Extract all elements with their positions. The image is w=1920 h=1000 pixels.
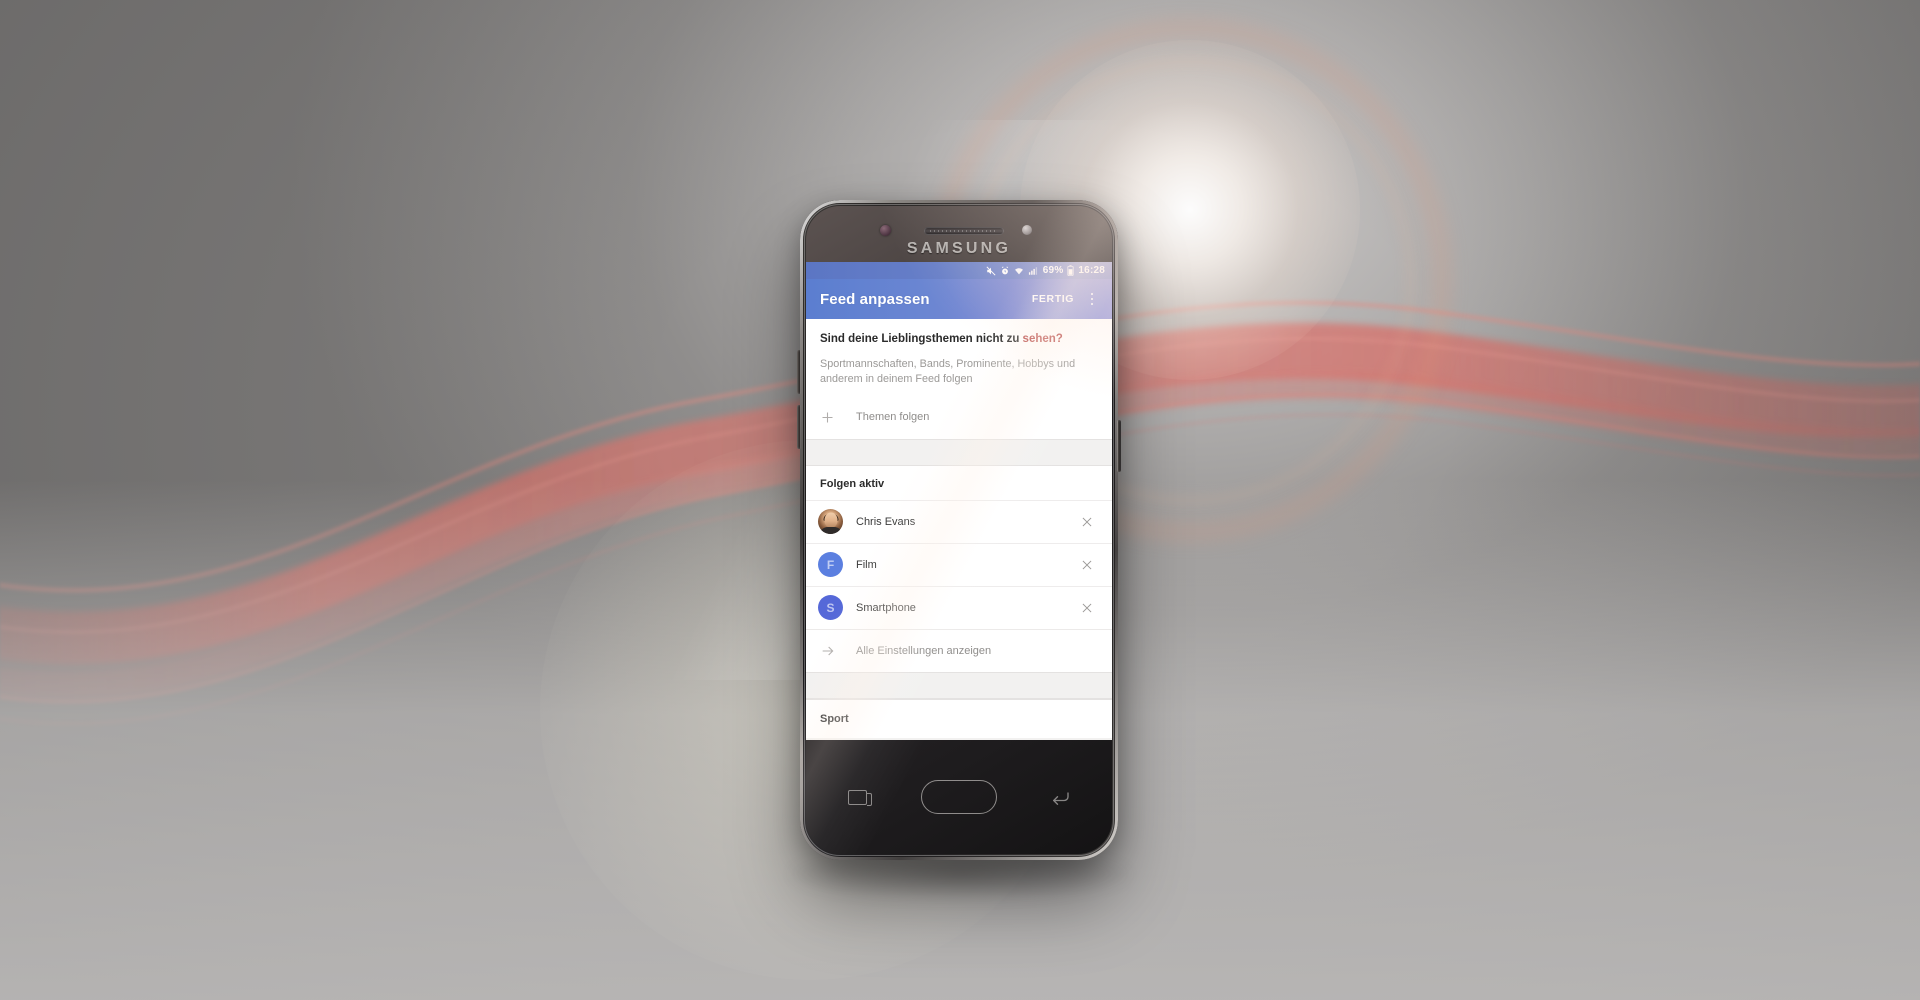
battery-icon bbox=[1067, 265, 1074, 276]
promo-title-highlight: sehen? bbox=[1022, 333, 1063, 345]
more-vertical-icon[interactable] bbox=[1081, 284, 1103, 314]
all-settings-row[interactable]: Alle Einstellungen anzeigen bbox=[806, 628, 1112, 672]
avatar bbox=[818, 509, 843, 535]
promo-text-block: Sind deine Lieblingsthemen nicht zu sehe… bbox=[806, 319, 1112, 390]
home-icon[interactable] bbox=[921, 780, 997, 814]
follow-topics-row[interactable]: Themen folgen bbox=[806, 395, 1112, 439]
mute-icon bbox=[986, 265, 996, 276]
list-item[interactable]: Chris Evans bbox=[806, 499, 1112, 543]
phone-front-glass: SAMSUNG 69% 16:28 Feed anpassen FERTIG S… bbox=[806, 206, 1112, 854]
app-bar: Feed anpassen FERTIG bbox=[806, 279, 1112, 319]
list-item-label: Film bbox=[856, 558, 877, 571]
avatar-initial: F bbox=[826, 557, 835, 572]
avatar-photo-face bbox=[824, 512, 837, 528]
promo-body: Sportmannschaften, Bands, Prominente, Ho… bbox=[820, 357, 1076, 386]
sport-section-title: Sport bbox=[806, 698, 1112, 738]
all-settings-label: Alle Einstellungen anzeigen bbox=[856, 644, 992, 657]
list-item[interactable]: F Film bbox=[806, 542, 1112, 586]
avatar: F bbox=[818, 552, 843, 578]
arrow-right-icon bbox=[820, 643, 856, 659]
clock-label: 16:28 bbox=[1078, 264, 1105, 276]
avatar-initial: S bbox=[826, 600, 835, 615]
follow-topics-label: Themen folgen bbox=[856, 411, 930, 424]
close-icon[interactable] bbox=[1072, 507, 1102, 537]
promo-title-plain: Sind deine Lieblingsthemen nicht zu bbox=[820, 333, 1023, 345]
section-divider bbox=[806, 438, 1112, 466]
volume-down-button[interactable] bbox=[797, 405, 801, 449]
samsung-phone: SAMSUNG 69% 16:28 Feed anpassen FERTIG S… bbox=[797, 200, 1121, 860]
page-title: Feed anpassen bbox=[820, 290, 930, 308]
section-divider bbox=[806, 671, 1112, 699]
scene: SAMSUNG 69% 16:28 Feed anpassen FERTIG S… bbox=[0, 0, 1920, 1000]
recents-icon[interactable] bbox=[848, 789, 872, 806]
front-camera-icon bbox=[880, 225, 891, 236]
promo-title: Sind deine Lieblingsthemen nicht zu sehe… bbox=[820, 332, 1098, 348]
promo-card: Sind deine Lieblingsthemen nicht zu sehe… bbox=[806, 319, 1112, 439]
signal-icon bbox=[1028, 266, 1039, 276]
battery-percent-label: 69% bbox=[1042, 264, 1064, 276]
list-item-label: Smartphone bbox=[856, 601, 916, 614]
back-icon[interactable] bbox=[1051, 790, 1070, 805]
volume-up-button[interactable] bbox=[797, 350, 801, 394]
alarm-icon bbox=[1000, 265, 1010, 276]
samsung-logo: SAMSUNG bbox=[906, 240, 1012, 257]
phone-nav-bar bbox=[806, 740, 1112, 854]
following-section-title: Folgen aktiv bbox=[806, 465, 1112, 500]
avatar: S bbox=[818, 595, 843, 621]
avatar-photo-shirt bbox=[818, 527, 843, 535]
wifi-icon bbox=[1014, 266, 1024, 276]
list-item-label: Chris Evans bbox=[856, 515, 916, 528]
phone-screen: 69% 16:28 Feed anpassen FERTIG Sind dein… bbox=[806, 262, 1112, 740]
plus-icon bbox=[820, 410, 856, 425]
close-icon[interactable] bbox=[1072, 550, 1102, 580]
power-button[interactable] bbox=[1117, 420, 1121, 472]
done-button[interactable]: FERTIG bbox=[1025, 289, 1081, 309]
screen-content: Sind deine Lieblingsthemen nicht zu sehe… bbox=[806, 319, 1112, 740]
earpiece-speaker-icon bbox=[924, 227, 1004, 235]
close-icon[interactable] bbox=[1072, 593, 1102, 623]
list-item[interactable]: S Smartphone bbox=[806, 585, 1112, 629]
android-status-bar: 69% 16:28 bbox=[806, 262, 1112, 279]
proximity-sensor-icon bbox=[1022, 225, 1032, 235]
